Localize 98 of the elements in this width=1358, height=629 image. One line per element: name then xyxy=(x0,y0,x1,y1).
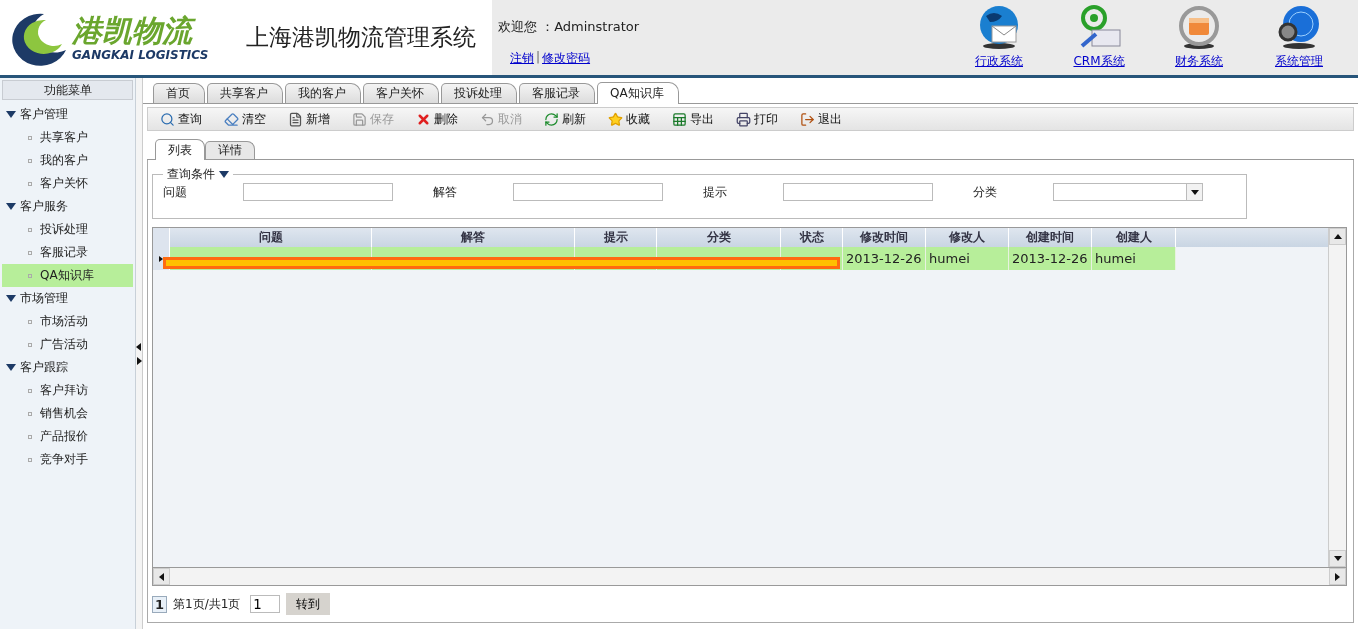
dropdown-icon xyxy=(1190,189,1199,195)
column-header[interactable]: 解答 xyxy=(372,228,575,247)
menu-title: 功能菜单 xyxy=(2,80,133,100)
system-link[interactable]: 行政系统 xyxy=(975,53,1023,70)
page-info: 第1页/共1页 xyxy=(173,595,241,613)
exit-icon xyxy=(800,111,815,127)
column-header[interactable]: 创建时间 xyxy=(1009,228,1092,247)
query-legend: 查询条件 xyxy=(167,166,215,183)
current-page[interactable]: 1 xyxy=(152,595,168,613)
globe-gear-icon[interactable] xyxy=(1276,4,1322,50)
column-header[interactable]: 创建人 xyxy=(1092,228,1176,247)
toolbar-button[interactable]: 打印 xyxy=(732,109,794,129)
eraser-icon xyxy=(224,111,239,127)
page-input[interactable]: 1 xyxy=(250,595,281,613)
view-tab[interactable]: 列表 xyxy=(155,139,205,160)
table-cell: humei xyxy=(1092,247,1176,270)
search-icon xyxy=(160,111,175,127)
vertical-scrollbar[interactable] xyxy=(1328,228,1346,567)
menu-item[interactable]: 销售机会 xyxy=(2,402,133,425)
go-button[interactable]: 转到 xyxy=(286,593,331,615)
toolbar-button[interactable]: 新增 xyxy=(284,109,346,129)
page-tab[interactable]: 客户关怀 xyxy=(363,83,439,103)
logo-subtitle: GANGKAI LOGISTICS xyxy=(72,47,209,62)
header-corner xyxy=(153,228,170,247)
menu-group[interactable]: 市场管理 xyxy=(2,287,133,310)
horizontal-scrollbar[interactable] xyxy=(153,567,1346,585)
header-link[interactable]: 注销 xyxy=(510,50,534,67)
field-label: 解答 xyxy=(433,183,458,201)
menu-item[interactable]: 投诉处理 xyxy=(2,218,133,241)
page-tab[interactable]: 客服记录 xyxy=(519,83,595,103)
system-link[interactable]: 系统管理 xyxy=(1275,53,1323,70)
table-cell: 2013-12-26 xyxy=(1009,247,1092,270)
folder-cycle-icon[interactable] xyxy=(1176,4,1222,50)
input-field[interactable] xyxy=(783,183,933,201)
menu-item[interactable]: 广告活动 xyxy=(2,333,133,356)
system-title: 上海港凯物流管理系统 xyxy=(245,23,477,52)
welcome-text: 欢迎您 ：Adminstrator xyxy=(498,18,641,36)
view-tab[interactable]: 详情 xyxy=(205,141,255,159)
input-field[interactable] xyxy=(513,183,663,201)
toolbar-button[interactable]: 退出 xyxy=(796,109,858,129)
expanded-caret-icon xyxy=(6,202,16,211)
toolbar-button[interactable]: 删除 xyxy=(412,109,474,129)
menu-item[interactable]: 客户拜访 xyxy=(2,379,133,402)
logo-text: 港凯物流 xyxy=(72,13,209,48)
menu-item[interactable]: 市场活动 xyxy=(2,310,133,333)
toolbar-button[interactable]: 收藏 xyxy=(604,109,666,129)
column-header[interactable]: 状态 xyxy=(781,228,843,247)
page-tab[interactable]: 共享客户 xyxy=(207,83,283,103)
column-header[interactable]: 提示 xyxy=(575,228,657,247)
undo-icon xyxy=(480,111,495,127)
input-field[interactable] xyxy=(243,183,393,201)
column-header[interactable]: 修改时间 xyxy=(843,228,926,247)
expanded-caret-icon xyxy=(6,363,16,372)
menu-item[interactable]: 共享客户 xyxy=(2,126,133,149)
toolbar-button[interactable]: 刷新 xyxy=(540,109,602,129)
page-tab[interactable]: 投诉处理 xyxy=(441,83,517,103)
expanded-caret-icon xyxy=(6,110,16,119)
link-separator: | xyxy=(536,50,541,66)
toolbar-button[interactable]: 查询 xyxy=(156,109,218,129)
star-icon xyxy=(608,111,623,127)
menu-group[interactable]: 客户管理 xyxy=(2,103,133,126)
page-tab[interactable]: 首页 xyxy=(153,83,205,103)
scroll-left-icon[interactable] xyxy=(159,572,164,581)
menu-item[interactable]: 产品报价 xyxy=(2,425,133,448)
column-header[interactable]: 分类 xyxy=(657,228,781,247)
scroll-up-icon[interactable] xyxy=(1333,234,1342,239)
toolbar-button[interactable]: 清空 xyxy=(220,109,282,129)
column-header[interactable]: 问题 xyxy=(170,228,372,247)
scroll-down-icon[interactable] xyxy=(1333,556,1342,561)
printer-icon xyxy=(736,111,751,127)
refresh-icon xyxy=(544,111,559,127)
system-link[interactable]: 财务系统 xyxy=(1175,53,1223,70)
column-header[interactable]: 修改人 xyxy=(926,228,1009,247)
menu-item[interactable]: 竞争对手 xyxy=(2,448,133,471)
system-link[interactable]: CRM系统 xyxy=(1073,53,1125,70)
page-tab[interactable]: 我的客户 xyxy=(285,83,361,103)
spreadsheet-icon xyxy=(672,111,687,127)
expanded-caret-icon xyxy=(6,294,16,303)
menu-item[interactable]: QA知识库 xyxy=(2,264,133,287)
menu-item[interactable]: 客户关怀 xyxy=(2,172,133,195)
menu-item[interactable]: 客服记录 xyxy=(2,241,133,264)
table-cell: 2013-12-26 xyxy=(843,247,926,270)
table-cell: humei xyxy=(926,247,1009,270)
delete-icon xyxy=(416,111,431,127)
document-icon xyxy=(288,111,303,127)
scroll-right-icon[interactable] xyxy=(1335,572,1340,581)
menu-item[interactable]: 我的客户 xyxy=(2,149,133,172)
menu-group[interactable]: 客户服务 xyxy=(2,195,133,218)
save-icon xyxy=(352,111,367,127)
menu-group[interactable]: 客户跟踪 xyxy=(2,356,133,379)
caret-icon[interactable] xyxy=(219,171,229,178)
toolbar-button[interactable]: 导出 xyxy=(668,109,730,129)
header-link[interactable]: 修改密码 xyxy=(542,50,591,67)
field-label: 提示 xyxy=(703,183,728,201)
field-label: 问题 xyxy=(163,183,188,201)
page-tab[interactable]: QA知识库 xyxy=(597,82,679,104)
row-pointer-icon xyxy=(159,255,163,262)
field-label: 分类 xyxy=(973,183,998,201)
